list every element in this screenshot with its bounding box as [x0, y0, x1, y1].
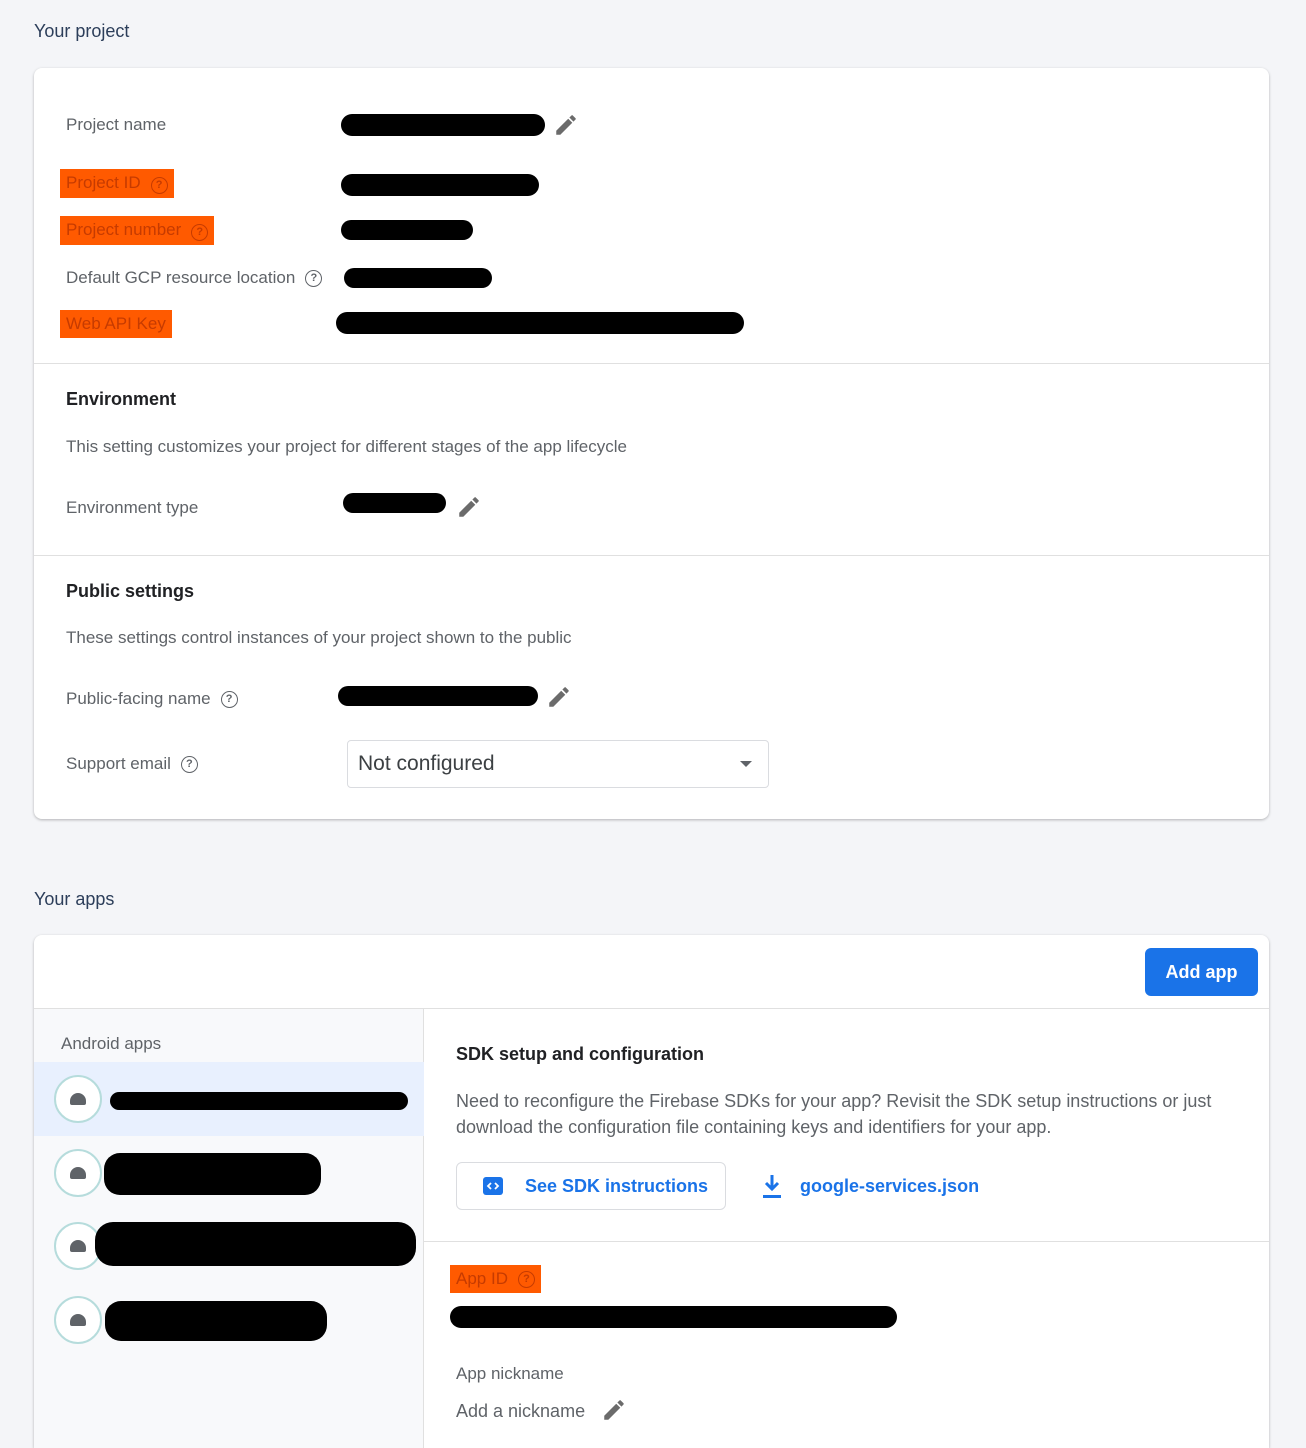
project-card: Project name Project ID? Project number?… [34, 68, 1269, 819]
app-list-item[interactable] [34, 1062, 424, 1136]
environment-heading: Environment [66, 389, 177, 409]
android-apps-label: Android apps [61, 1034, 162, 1053]
pencil-icon[interactable] [601, 1397, 627, 1423]
code-icon [483, 1177, 503, 1195]
google-services-download-link[interactable]: google-services.json [760, 1173, 979, 1199]
app-name-redacted [104, 1153, 321, 1195]
download-icon [763, 1175, 781, 1198]
web-api-key-redacted [336, 312, 744, 334]
android-icon [54, 1149, 102, 1197]
your-project-title: Your project [34, 21, 130, 41]
public-name-label: Public-facing name [66, 689, 211, 708]
divider [34, 363, 1269, 364]
project-name-row: Project name [66, 115, 166, 135]
project-id-highlight: Project ID? [60, 169, 174, 198]
gcp-location-redacted [344, 268, 492, 288]
web-api-key-label: Web API Key [66, 314, 166, 333]
android-apps-list: Android apps [34, 1009, 424, 1448]
support-email-value: Not configured [358, 752, 495, 775]
pencil-icon[interactable] [456, 494, 482, 520]
public-name-redacted [338, 686, 538, 706]
app-nickname-label: App nickname [456, 1364, 564, 1383]
android-icon [54, 1075, 102, 1123]
gcp-location-label: Default GCP resource location [66, 268, 296, 287]
project-id-redacted [341, 174, 539, 196]
project-number-highlight: Project number? [60, 216, 215, 245]
gcp-location-row: Default GCP resource location? [66, 268, 323, 288]
web-api-key-highlight: Web API Key [60, 310, 172, 338]
pencil-icon[interactable] [553, 112, 579, 138]
help-icon[interactable]: ? [150, 176, 168, 194]
project-name-redacted [341, 114, 545, 136]
support-email-select[interactable]: Not configured [347, 740, 769, 788]
divider [424, 1241, 1269, 1242]
app-id-highlight: App ID? [450, 1265, 541, 1293]
app-id-redacted [450, 1306, 897, 1328]
environment-type-row: Environment type [66, 498, 198, 518]
help-icon[interactable]: ? [517, 1270, 535, 1288]
see-sdk-instructions-button[interactable]: See SDK instructions [456, 1162, 726, 1210]
sdk-heading: SDK setup and configuration [456, 1044, 705, 1064]
android-icon [54, 1296, 102, 1344]
project-name-label: Project name [66, 115, 167, 134]
public-settings-description: These settings control instances of your… [66, 628, 572, 647]
project-number-redacted [341, 220, 473, 240]
project-id-label: Project ID [66, 173, 141, 192]
environment-type-label: Environment type [66, 498, 199, 517]
help-icon[interactable]: ? [220, 690, 238, 708]
divider [34, 555, 1269, 556]
app-list-item[interactable] [34, 1209, 424, 1283]
public-settings-heading: Public settings [66, 581, 195, 601]
app-list-item[interactable] [34, 1136, 424, 1210]
web-api-key-row: Web API Key [60, 310, 172, 338]
google-services-label: google-services.json [800, 1175, 980, 1196]
environment-type-redacted [343, 493, 446, 513]
support-email-row: Support email? [66, 754, 198, 774]
app-name-redacted [105, 1301, 327, 1341]
see-sdk-instructions-label: See SDK instructions [525, 1175, 709, 1196]
app-name-redacted [95, 1222, 416, 1266]
help-icon[interactable]: ? [180, 755, 198, 773]
app-id-label: App ID [456, 1269, 508, 1288]
support-email-label: Support email [66, 754, 171, 773]
pencil-icon[interactable] [546, 684, 572, 710]
add-app-button[interactable]: Add app [1145, 948, 1258, 996]
sdk-description-line1: Need to reconfigure the Firebase SDKs fo… [456, 1091, 1212, 1111]
project-id-row: Project ID? [60, 169, 174, 198]
sdk-description-line2: download the configuration file containi… [456, 1117, 1052, 1137]
project-number-row: Project number? [60, 216, 215, 245]
environment-description: This setting customizes your project for… [66, 437, 627, 456]
help-icon[interactable]: ? [305, 269, 323, 287]
project-number-label: Project number [66, 220, 182, 239]
dropdown-caret-icon [740, 761, 752, 767]
app-name-redacted [110, 1092, 408, 1110]
apps-card: Add app Android apps SDK setup and confi… [34, 935, 1269, 1448]
public-name-row: Public-facing name? [66, 689, 238, 709]
see-sdk-instructions-content: See SDK instructions [481, 1174, 708, 1198]
your-apps-title: Your apps [34, 889, 115, 909]
app-list-item[interactable] [34, 1283, 424, 1357]
help-icon[interactable]: ? [191, 223, 209, 241]
add-nickname-text: Add a nickname [456, 1401, 586, 1421]
